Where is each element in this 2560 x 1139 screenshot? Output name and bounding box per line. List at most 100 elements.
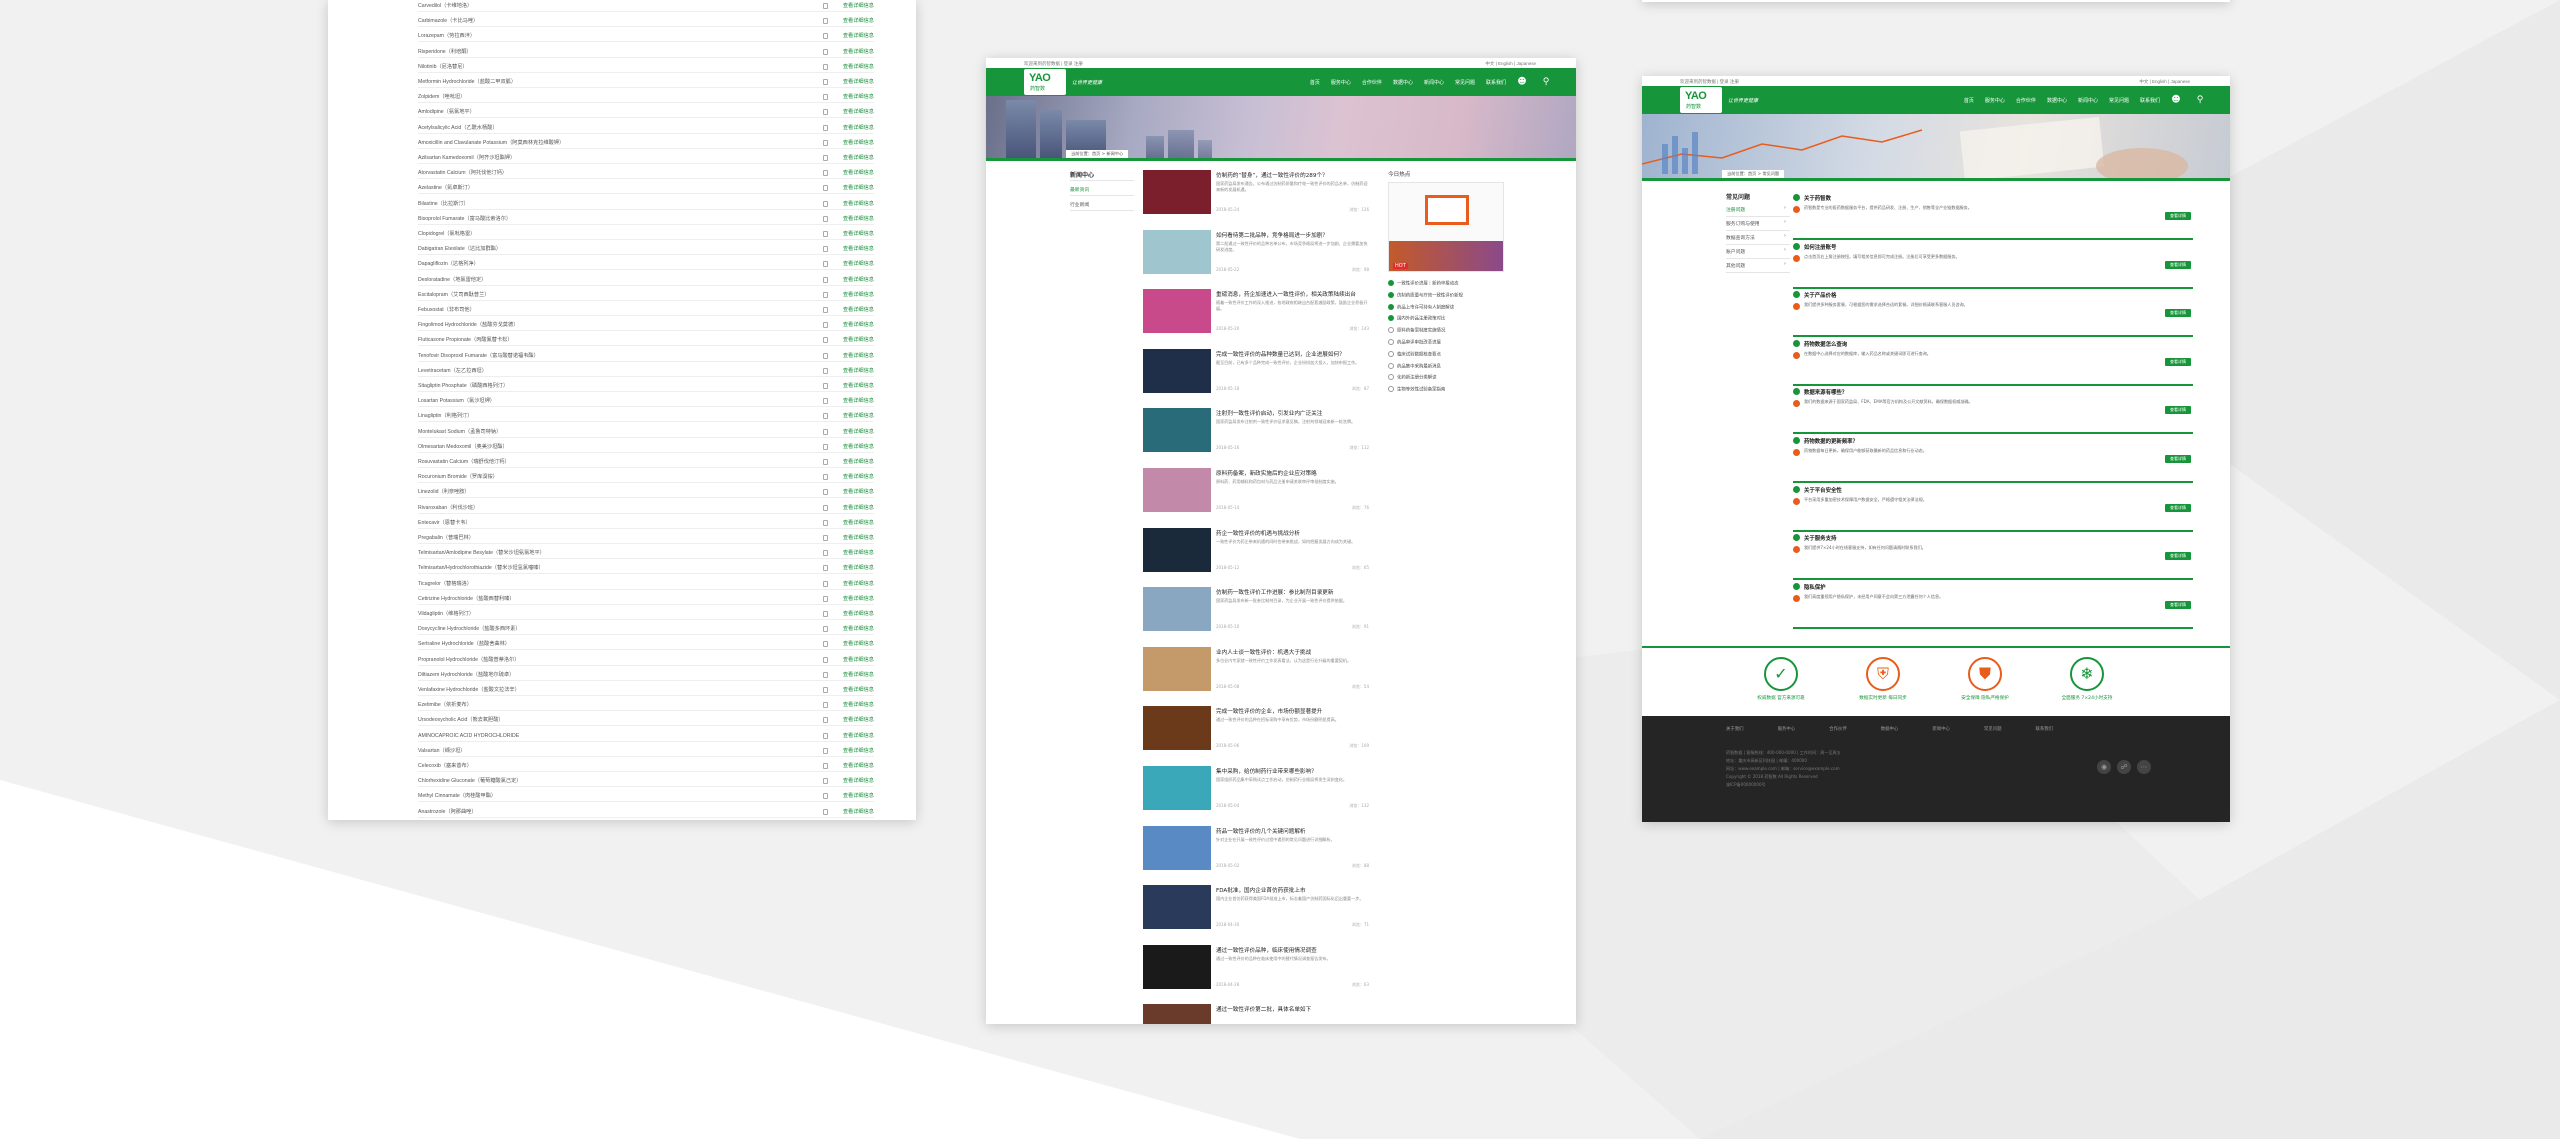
detail-link[interactable]: 查看详细信息 <box>843 350 874 362</box>
hot-item-title[interactable]: 仿制药质量与疗效一致性评价新规 <box>1397 293 1463 298</box>
detail-link[interactable]: 查看详细信息 <box>843 319 874 331</box>
faq-detail-button[interactable]: 查看详情 <box>2165 503 2191 512</box>
product-name[interactable]: Ticagrelor（替格瑞洛） <box>418 578 472 590</box>
product-name[interactable]: Diltiazem Hydrochloride（盐酸地尔硫卓） <box>418 669 514 681</box>
top-bar-welcome[interactable]: 欢迎来到药智数据 | 登录 注册 <box>1024 61 1083 67</box>
detail-link[interactable]: 查看详细信息 <box>843 608 874 620</box>
nav-item[interactable]: 合作伙伴 <box>2016 97 2036 104</box>
weibo-icon[interactable]: ◉ <box>2097 760 2111 774</box>
product-name[interactable]: Doxycycline Hydrochloride（盐酸多西环素） <box>418 623 521 635</box>
product-name[interactable]: Sertraline Hydrochloride（盐酸舍曲林） <box>418 638 510 650</box>
product-name[interactable]: Azelastine（氮卓斯汀） <box>418 182 473 194</box>
product-name[interactable]: Tenofovir Disoproxil Fumarate（富马酸替诺福韦酯） <box>418 350 539 362</box>
sidebar-item[interactable]: 其他问题 <box>1726 262 1745 269</box>
detail-link[interactable]: 查看详细信息 <box>843 76 874 88</box>
news-title[interactable]: 原料药备案，新政实施后的企业应对策略 <box>1216 469 1317 477</box>
news-thumbnail[interactable] <box>1143 348 1211 393</box>
faq-question[interactable]: 隐私保护 <box>1804 583 1826 591</box>
news-item[interactable]: 注射剂一致性评价启动，引发业内广泛关注 国家药监局发布注射剂一致性评价征求意见稿，… <box>1143 408 1373 460</box>
detail-link[interactable]: 查看详细信息 <box>843 395 874 407</box>
hot-item-title[interactable]: 生物等效性试验备案指南 <box>1397 388 1445 393</box>
nav-item[interactable]: 数据中心 <box>2047 97 2067 104</box>
footer-link[interactable]: 服务中心 <box>1778 726 1796 732</box>
hot-item[interactable]: 原料药备案制度实施情况 <box>1388 327 1504 334</box>
detail-link[interactable]: 查看详细信息 <box>843 365 874 377</box>
product-name[interactable]: Sitagliptin Phosphate（磷酸西格列汀） <box>418 380 508 392</box>
news-title[interactable]: 仿制药一致性评价工作进展：参比制剂目录更新 <box>1216 588 1333 596</box>
product-name[interactable]: Nilotinib（尼洛替尼） <box>418 61 468 73</box>
detail-link[interactable]: 查看详细信息 <box>843 669 874 681</box>
faq-detail-button[interactable]: 查看详情 <box>2165 600 2191 609</box>
chevron-right-icon[interactable]: › <box>1784 248 1786 253</box>
product-name[interactable]: Linagliptin（利格列汀） <box>418 410 473 422</box>
detail-link[interactable]: 查看详细信息 <box>843 456 874 468</box>
faq-question[interactable]: 关于产品价格 <box>1804 291 1836 299</box>
news-thumbnail[interactable] <box>1143 646 1211 691</box>
product-name[interactable]: Lorazepam（劳拉西泮） <box>418 30 475 42</box>
chevron-right-icon[interactable]: › <box>1784 220 1786 225</box>
detail-link[interactable]: 查看详细信息 <box>843 730 874 742</box>
detail-link[interactable]: 查看详细信息 <box>843 517 874 529</box>
news-item[interactable]: 仿制药的“替身”，通过一致性评价的289个？ 国家药监局发布通告，公布通过仿制药质… <box>1143 170 1373 222</box>
news-thumbnail[interactable] <box>1143 766 1211 810</box>
news-thumbnail[interactable] <box>1143 527 1211 572</box>
news-item[interactable]: 药品一致性评价的几个关键问题解析 针对企业在开展一致性评价过程中遇到的常见问题进行… <box>1143 825 1373 878</box>
hot-item-title[interactable]: 药品上市许可持有人制度解读 <box>1397 305 1454 310</box>
detail-link[interactable]: 查看详细信息 <box>843 562 874 574</box>
detail-link[interactable]: 查看详细信息 <box>843 289 874 301</box>
news-item[interactable]: 集中采购，给仿制药行业带来哪些影响？ 国家组织药品集中采购试点工作启动，仿制药行业… <box>1143 766 1373 818</box>
news-thumbnail[interactable] <box>1143 587 1211 632</box>
detail-link[interactable]: 查看详细信息 <box>843 745 874 757</box>
news-item[interactable]: 完成一致性评价的品种数量已达到，企业进展如何？ 截至目前，已有多个品种完成一致性评… <box>1143 348 1373 401</box>
news-item[interactable]: 重磅消息，药企加速进入一致性评价，相关政策陆续出台 随着一致性评价工作的深入推进，… <box>1143 289 1373 341</box>
news-thumbnail[interactable] <box>1143 1004 1211 1024</box>
news-item[interactable]: 仿制药一致性评价工作进展：参比制剂目录更新 国家药监局发布新一批参比制剂目录，为企… <box>1143 587 1373 639</box>
site-logo[interactable]: YAO 药智数 <box>1024 69 1066 95</box>
product-name[interactable]: Bilastine（比拉斯汀） <box>418 198 469 210</box>
news-item[interactable]: 完成一致性评价的企业，市场份额显著提升 通过一致性评价的品种在招标采购中享有优势，… <box>1143 706 1373 758</box>
hot-item[interactable]: 一致性评价进展｜新药申报动态 <box>1388 280 1504 287</box>
hot-item-title[interactable]: 国内外药品注册政策对比 <box>1397 317 1445 322</box>
news-thumbnail[interactable] <box>1143 229 1211 274</box>
detail-link[interactable]: 查看详细信息 <box>843 91 874 103</box>
sidebar-item[interactable]: 数据查询方法 <box>1726 234 1755 241</box>
product-name[interactable]: Azilsartan Kamedoxomil（阿齐沙坦酯钾） <box>418 152 515 164</box>
detail-link[interactable]: 查看详细信息 <box>843 654 874 666</box>
detail-link[interactable]: 查看详细信息 <box>843 15 874 27</box>
detail-link[interactable]: 查看详细信息 <box>843 760 874 772</box>
detail-link[interactable]: 查看详细信息 <box>843 684 874 696</box>
product-name[interactable]: Cetirizine Hydrochloride（盐酸西替利嗪） <box>418 593 515 605</box>
news-thumbnail[interactable] <box>1143 408 1211 453</box>
news-thumbnail[interactable] <box>1143 825 1211 870</box>
news-title[interactable]: 仿制药的“替身”，通过一致性评价的289个？ <box>1216 171 1328 179</box>
user-icon[interactable]: ☻ <box>2168 92 2184 108</box>
detail-link[interactable]: 查看详细信息 <box>843 623 874 635</box>
detail-link[interactable]: 查看详细信息 <box>843 441 874 453</box>
nav-item[interactable]: 首页 <box>1310 79 1320 86</box>
nav-item[interactable]: 服务中心 <box>1985 97 2005 104</box>
sidebar-item-latest[interactable]: 最新资讯 <box>1070 186 1089 193</box>
news-title[interactable]: 注射剂一致性评价启动，引发业内广泛关注 <box>1216 409 1322 417</box>
product-name[interactable]: Zolpidem（唑吡坦） <box>418 91 465 103</box>
product-name[interactable]: Olmesartan Medoxomil（奥美沙坦酯） <box>418 441 508 453</box>
news-title[interactable]: 完成一致性评价的企业，市场份额显著提升 <box>1216 707 1322 715</box>
news-item[interactable]: 原料药备案，新政实施后的企业应对策略 原料药、药用辅料和药包材与药品注册申请关联审… <box>1143 468 1373 520</box>
detail-link[interactable]: 查看详细信息 <box>843 304 874 316</box>
detail-link[interactable]: 查看详细信息 <box>843 106 874 118</box>
detail-link[interactable]: 查看详细信息 <box>843 547 874 559</box>
product-name[interactable]: Methyl Cinnamate（肉桂酸甲酯） <box>418 790 496 802</box>
site-logo[interactable]: YAO 药智数 <box>1680 87 1722 113</box>
detail-link[interactable]: 查看详细信息 <box>843 714 874 726</box>
news-thumbnail[interactable] <box>1143 885 1211 930</box>
nav-item[interactable]: 新闻中心 <box>2078 97 2098 104</box>
nav-item[interactable]: 首页 <box>1964 97 1974 104</box>
detail-link[interactable]: 查看详细信息 <box>843 274 874 286</box>
product-name[interactable]: Entecavir（恩替卡韦） <box>418 517 471 529</box>
faq-question[interactable]: 数据来源有哪些？ <box>1804 388 1847 396</box>
hot-item-title[interactable]: 原料药备案制度实施情况 <box>1397 329 1445 334</box>
detail-link[interactable]: 查看详细信息 <box>843 471 874 483</box>
footer-link[interactable]: 新闻中心 <box>1932 726 1950 732</box>
detail-link[interactable]: 查看详细信息 <box>843 699 874 711</box>
product-name[interactable]: Fingolimod Hydrochloride（盐酸芬戈莫德） <box>418 319 518 331</box>
product-name[interactable]: Valsartan（缬沙坦） <box>418 745 465 757</box>
